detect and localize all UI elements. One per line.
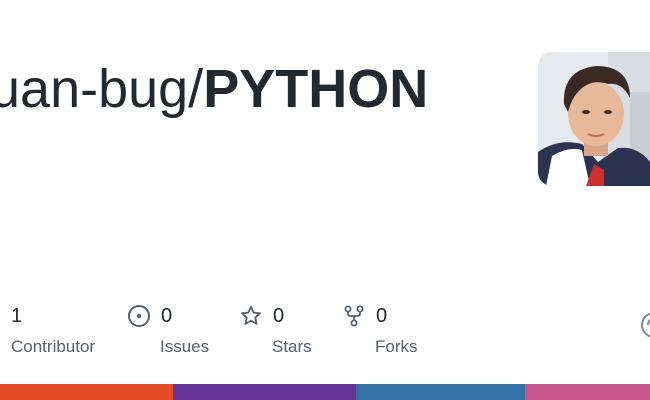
repo-social-card: uan-bug/PYTHON 1 Contributor 0 Issues 0 … — [0, 0, 650, 400]
language-bar — [0, 384, 650, 400]
stat-stars[interactable]: 0 Stars — [239, 302, 312, 358]
stat-contributors[interactable]: 1 Contributor — [11, 302, 95, 358]
repo-forked-icon — [342, 304, 366, 328]
language-bar-segment — [356, 384, 526, 400]
stat-issues[interactable]: 0 Issues — [127, 302, 209, 358]
repo-name[interactable]: PYTHON — [203, 59, 428, 119]
avatar-photo — [538, 52, 650, 186]
repo-title[interactable]: uan-bug/PYTHON — [0, 56, 428, 122]
stat-contributors-value: 1 — [11, 305, 23, 327]
avatar[interactable] — [538, 52, 650, 186]
stat-issues-value: 0 — [161, 305, 173, 327]
language-bar-segment — [525, 384, 650, 400]
stat-forks[interactable]: 0 Forks — [342, 302, 418, 358]
issue-opened-icon — [127, 304, 151, 328]
language-bar-segment — [0, 384, 173, 400]
stat-stars-label: Stars — [272, 337, 312, 356]
stat-forks-value: 0 — [376, 305, 388, 327]
stat-issues-label: Issues — [160, 337, 210, 356]
stat-contributors-label: Contributor — [11, 337, 96, 356]
stat-forks-label: Forks — [375, 337, 418, 356]
stat-stars-value: 0 — [273, 305, 285, 327]
github-logo-icon — [640, 311, 650, 339]
repo-owner[interactable]: uan-bug/ — [0, 59, 203, 119]
language-bar-segment — [172, 384, 357, 400]
star-icon — [239, 304, 263, 328]
